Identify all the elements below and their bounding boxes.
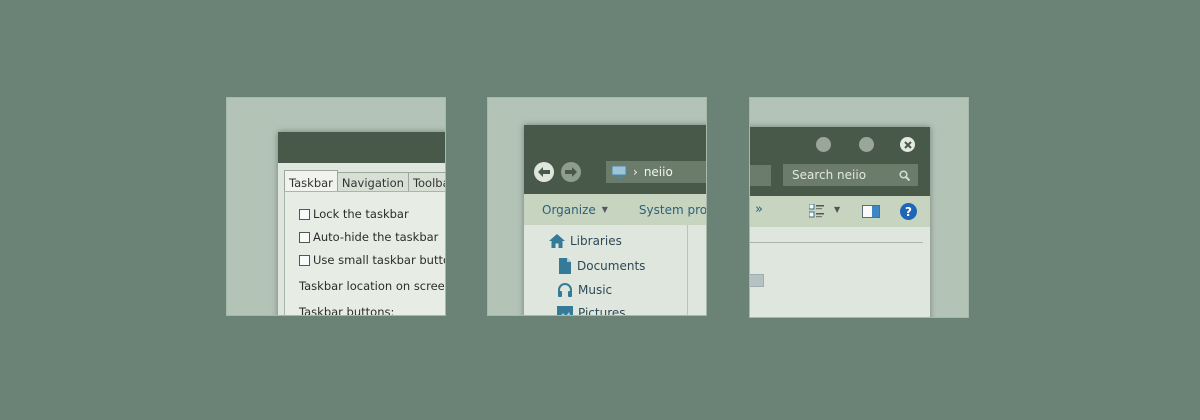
back-button[interactable] [534, 162, 554, 182]
maximize-button[interactable] [859, 137, 874, 152]
picture-icon [557, 306, 573, 315]
breadcrumb-path[interactable]: neiio [644, 165, 673, 179]
tree-item-label: Pictures [578, 306, 626, 316]
pane-divider[interactable] [687, 225, 688, 315]
help-button[interactable]: ? [900, 203, 917, 220]
chevron-down-icon[interactable]: ▼ [834, 205, 840, 214]
more-commands-button[interactable]: » [755, 202, 763, 217]
tree-item-music[interactable]: Music [557, 282, 612, 298]
computer-icon [611, 165, 627, 179]
location-label: Taskbar location on screen: [299, 279, 446, 293]
lock-taskbar-checkbox[interactable]: Lock the taskbar [299, 207, 409, 221]
tab-toolbars[interactable]: Toolbars [407, 172, 445, 191]
command-bar: Organize ▼ System proper [524, 194, 707, 225]
window-titlebar [278, 132, 445, 163]
taskbar-preview-card: Taskbar Navigation Toolbars Lock the tas… [226, 97, 446, 316]
breadcrumb-separator: › [633, 165, 638, 179]
tree-item-documents[interactable]: Documents [558, 258, 645, 274]
system-properties-button[interactable]: System proper [638, 202, 707, 217]
tree-item-pictures[interactable]: Pictures [557, 306, 626, 316]
checkbox-box[interactable] [299, 208, 310, 220]
tree-item-libraries[interactable]: Libraries [549, 234, 622, 248]
selected-item-highlight[interactable] [750, 274, 764, 287]
explorer-titlebar: Search neiio [750, 127, 930, 196]
auto-hide-checkbox[interactable]: Auto-hide the taskbar [299, 230, 438, 244]
document-icon [559, 258, 571, 274]
window-controls-preview-card: Search neiio » ▼ ? [749, 97, 969, 318]
checkbox-box[interactable] [299, 254, 310, 266]
tab-strip: Taskbar Navigation Toolbars [284, 170, 445, 194]
close-icon [903, 140, 912, 149]
search-box[interactable]: Search neiio [783, 164, 918, 186]
preview-pane-icon[interactable] [862, 205, 880, 218]
organize-button[interactable]: Organize ▼ [542, 203, 608, 217]
column-header-divider [750, 242, 923, 243]
forward-arrow-icon [565, 167, 577, 177]
command-bar: » ▼ ? [750, 196, 930, 227]
address-bar[interactable]: › neiio [606, 161, 706, 183]
organize-label: Organize [542, 202, 596, 217]
tab-navigation[interactable]: Navigation [336, 172, 409, 191]
chevron-down-icon: ▼ [601, 205, 608, 214]
tree-item-label: Documents [577, 259, 646, 273]
checkbox-label: Lock the taskbar [313, 207, 409, 221]
navigation-pane: Libraries Documents Music Pictures [524, 225, 706, 316]
content-area [750, 227, 930, 317]
home-icon [549, 234, 565, 248]
small-buttons-checkbox[interactable]: Use small taskbar buttons [299, 253, 445, 267]
checkbox-label: Auto-hide the taskbar [313, 230, 439, 244]
explorer-window-right: Search neiio » ▼ ? [750, 127, 930, 317]
search-placeholder: Search neiio [792, 168, 867, 182]
buttons-label: Taskbar buttons: [299, 305, 395, 316]
minimize-button[interactable] [816, 137, 831, 152]
address-bar-end[interactable] [750, 165, 771, 186]
tree-item-label: Music [578, 283, 613, 297]
taskbar-properties-window: Taskbar Navigation Toolbars Lock the tas… [278, 132, 446, 316]
explorer-window: › neiio Organize ▼ System proper Librari… [524, 125, 707, 316]
back-arrow-icon [538, 167, 550, 177]
system-properties-label: System proper [638, 202, 707, 217]
tree-item-label: Libraries [570, 234, 622, 248]
explorer-titlebar: › neiio [524, 125, 706, 194]
search-icon [899, 169, 910, 181]
checkbox-box[interactable] [299, 231, 310, 243]
forward-button[interactable] [561, 162, 581, 182]
explorer-preview-card: › neiio Organize ▼ System proper Librari… [487, 97, 707, 316]
view-options-icon[interactable] [809, 204, 825, 218]
headphones-icon [558, 283, 572, 297]
checkbox-label: Use small taskbar buttons [313, 253, 445, 267]
tab-panel: Lock the taskbar Auto-hide the taskbar U… [284, 191, 446, 316]
close-button[interactable] [900, 137, 915, 152]
